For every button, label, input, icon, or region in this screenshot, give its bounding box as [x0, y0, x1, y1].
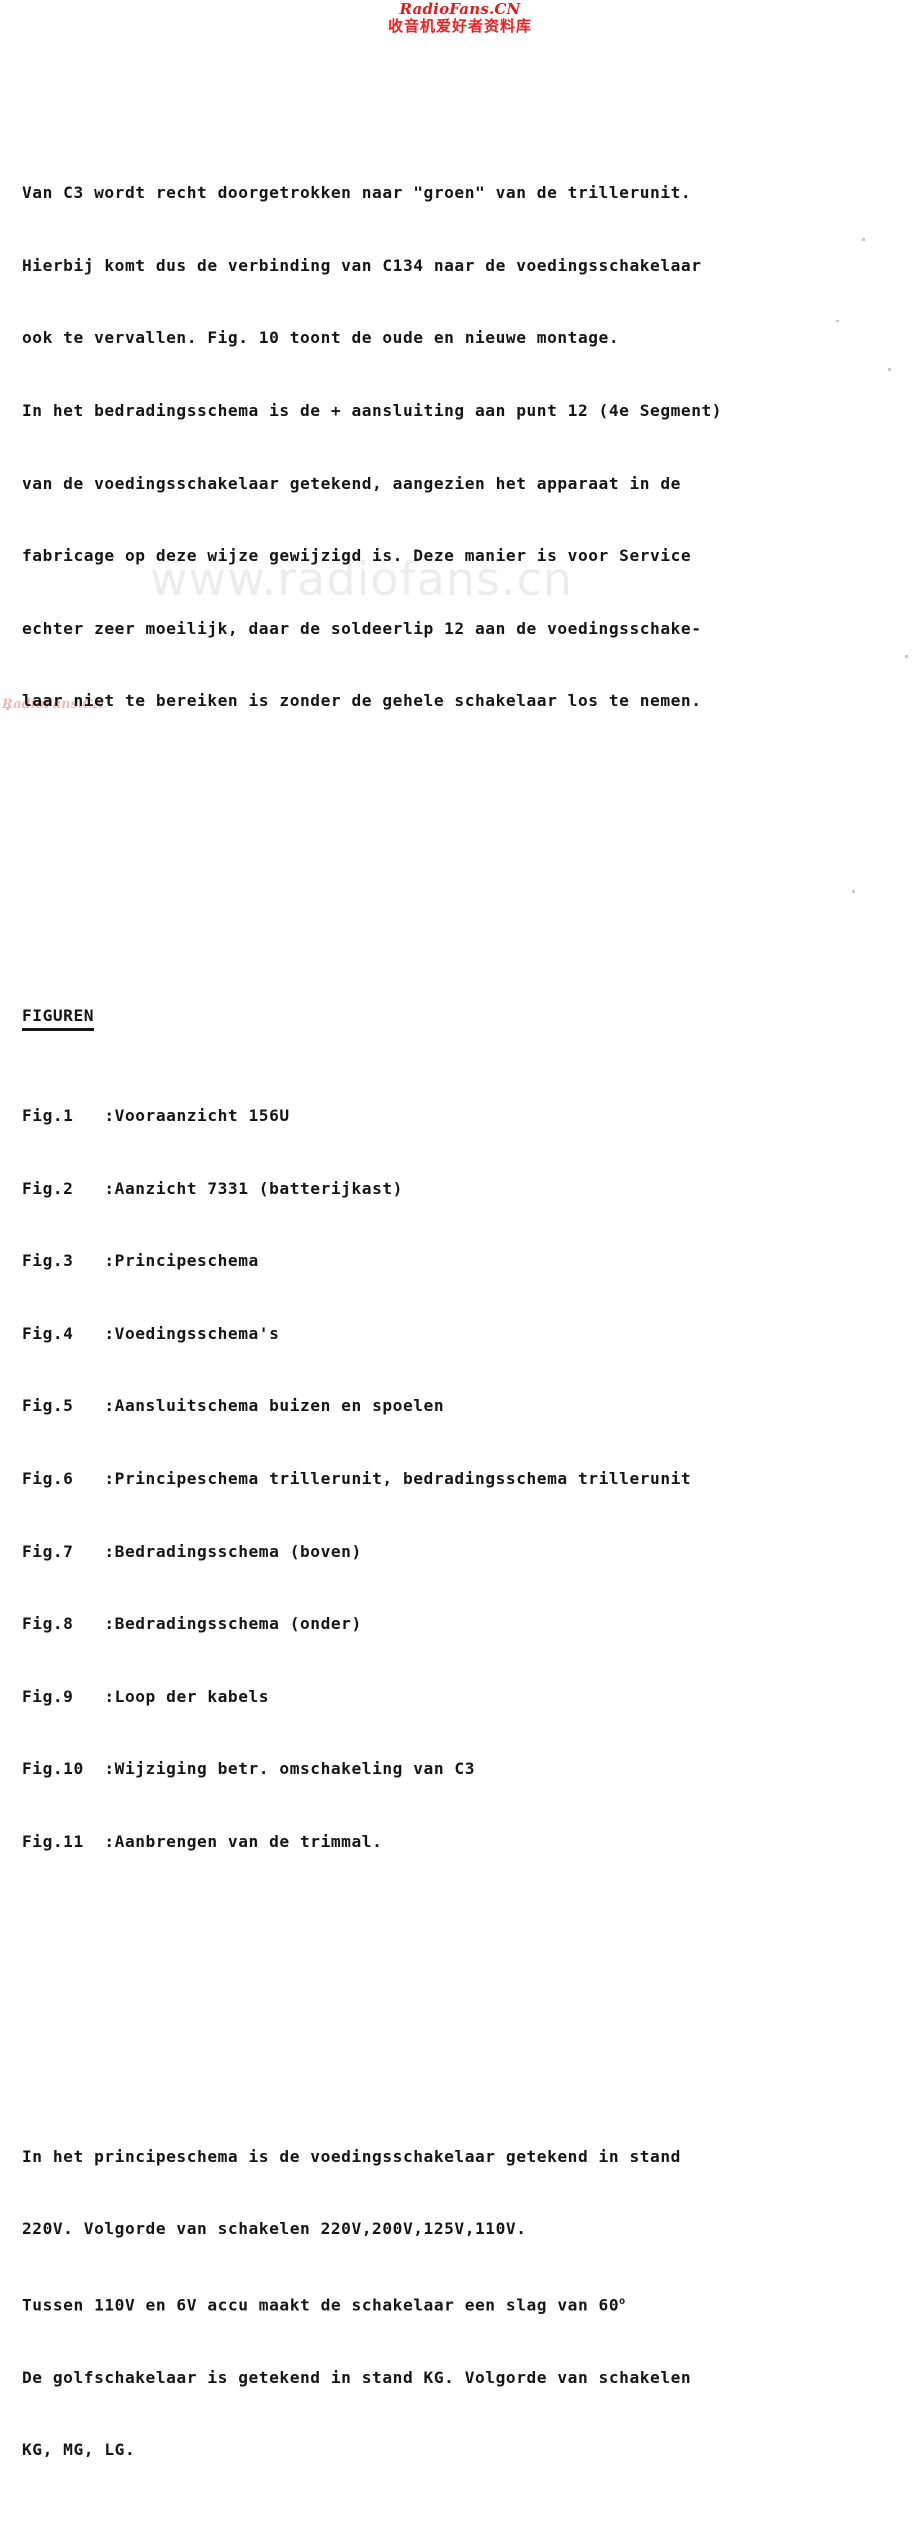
figuren-item: Fig.10 :Wijziging betr. omschakeling van… [22, 1757, 910, 1781]
figuren-item-label: Fig.1 [22, 1105, 74, 1125]
intro-line: Hierbij komt dus de verbinding van C134 … [22, 255, 702, 275]
schakelaar-line-text: Tussen 110V en 6V accu maakt de schakela… [22, 2295, 620, 2315]
figuren-item-label: Fig.10 [22, 1759, 84, 1779]
figuren-item: Fig.11 :Aanbrengen van de trimmal. [22, 1830, 910, 1854]
figuren-item-label: Fig.5 [22, 1396, 74, 1416]
figuren-section: FIGUREN Fig.1 :Vooraanzicht 156U Fig.2 :… [22, 956, 910, 1903]
intro-line: fabricage op deze wijze gewijzigd is. De… [22, 546, 692, 566]
figuren-item: Fig.2 :Aanzicht 7331 (batterijkast) [22, 1177, 910, 1201]
figuren-heading: FIGUREN [22, 1004, 95, 1032]
intro-line: Van C3 wordt recht doorgetrokken naar "g… [22, 183, 692, 203]
schakelaar-line-degree: Tussen 110V en 6V accu maakt de schakela… [22, 2290, 910, 2318]
typed-body: Van C3 wordt recht doorgetrokken naar "g… [22, 36, 910, 2538]
figuren-item: Fig.9 :Loop der kabels [22, 1685, 910, 1709]
watermark-top-latin: RadioFans.CN [399, 0, 521, 18]
figuren-item-label: Fig.11 [22, 1832, 84, 1852]
schakelaar-line: KG, MG, LG. [22, 2440, 136, 2460]
figuren-item-sep: : [104, 1541, 115, 1561]
figuren-item-sep: : [104, 1396, 115, 1416]
figuren-item-text: Voedingsschema's [114, 1323, 280, 1343]
figuren-heading-line: FIGUREN [22, 1004, 910, 1032]
figuren-item: Fig.1 :Vooraanzicht 156U [22, 1104, 910, 1128]
figuren-item-sep: : [104, 1686, 115, 1706]
schakelaar-line: In het principeschema is de voedingsscha… [22, 2146, 681, 2166]
intro-paragraph: Van C3 wordt recht doorgetrokken naar "g… [22, 133, 910, 762]
figuren-item-text: Bedradingsschema (boven) [114, 1541, 362, 1561]
figuren-item-sep: : [104, 1323, 115, 1343]
figuren-item-label: Fig.6 [22, 1468, 74, 1488]
scan-speck [6, 707, 9, 710]
intro-line: ook te vervallen. Fig. 10 toont de oude … [22, 328, 620, 348]
figuren-item: Fig.8 :Bedradingsschema (onder) [22, 1612, 910, 1636]
intro-line: In het bedradingsschema is de + aansluit… [22, 401, 723, 421]
intro-line: laar niet te bereiken is zonder de gehel… [22, 691, 702, 711]
figuren-item-label: Fig.7 [22, 1541, 74, 1561]
watermark-top: RadioFans.CN 收音机爱好者资料库 [0, 0, 920, 35]
figuren-item-sep: : [104, 1105, 115, 1125]
document-page: RadioFans.CN 收音机爱好者资料库 www.radiofans.cn … [0, 0, 920, 2459]
figuren-item: Fig.3 :Principeschema [22, 1249, 910, 1273]
figuren-item-sep: : [104, 1178, 115, 1198]
figuren-item-text: Principeschema [114, 1251, 259, 1271]
figuren-item-sep: : [104, 1759, 115, 1779]
figuren-item: Fig.4 :Voedingsschema's [22, 1322, 910, 1346]
figuren-item-sep: : [104, 1614, 115, 1634]
watermark-top-chinese: 收音机爱好者资料库 [387, 16, 532, 35]
figuren-item: Fig.7 :Bedradingsschema (boven) [22, 1540, 910, 1564]
figuren-item-sep: : [104, 1251, 115, 1271]
figuren-item-label: Fig.4 [22, 1323, 74, 1343]
figuren-item-label: Fig.9 [22, 1686, 74, 1706]
figuren-item-text: Wijziging betr. omschakeling van C3 [114, 1759, 476, 1779]
figuren-item: Fig.5 :Aansluitschema buizen en spoelen [22, 1394, 910, 1418]
figuren-item-sep: : [104, 1468, 115, 1488]
schakelaar-paragraph: In het principeschema is de voedingsscha… [22, 2096, 910, 2511]
figuren-item-text: Vooraanzicht 156U [114, 1105, 290, 1125]
schakelaar-line: De golfschakelaar is getekend in stand K… [22, 2367, 692, 2387]
figuren-item-label: Fig.3 [22, 1251, 74, 1271]
figuren-item-text: Aanzicht 7331 (batterijkast) [114, 1178, 403, 1198]
figuren-item-text: Aanbrengen van de trimmal. [114, 1832, 383, 1852]
degree-superscript: o [619, 2295, 626, 2307]
figuren-item-label: Fig.2 [22, 1178, 74, 1198]
figuren-item-text: Aansluitschema buizen en spoelen [114, 1396, 445, 1416]
figuren-item-label: Fig.8 [22, 1614, 74, 1634]
figuren-item-text: Bedradingsschema (onder) [114, 1614, 362, 1634]
figuren-item-sep: : [104, 1832, 115, 1852]
schakelaar-line: 220V. Volgorde van schakelen 220V,200V,1… [22, 2219, 527, 2239]
figuren-item: Fig.6 :Principeschema trillerunit, bedra… [22, 1467, 910, 1491]
intro-line: van de voedingsschakelaar getekend, aang… [22, 473, 681, 493]
figuren-item-text: Loop der kabels [114, 1686, 270, 1706]
figuren-item-text: Principeschema trillerunit, bedradingssc… [114, 1468, 692, 1488]
intro-line: echter zeer moeilijk, daar de soldeerlip… [22, 618, 702, 638]
